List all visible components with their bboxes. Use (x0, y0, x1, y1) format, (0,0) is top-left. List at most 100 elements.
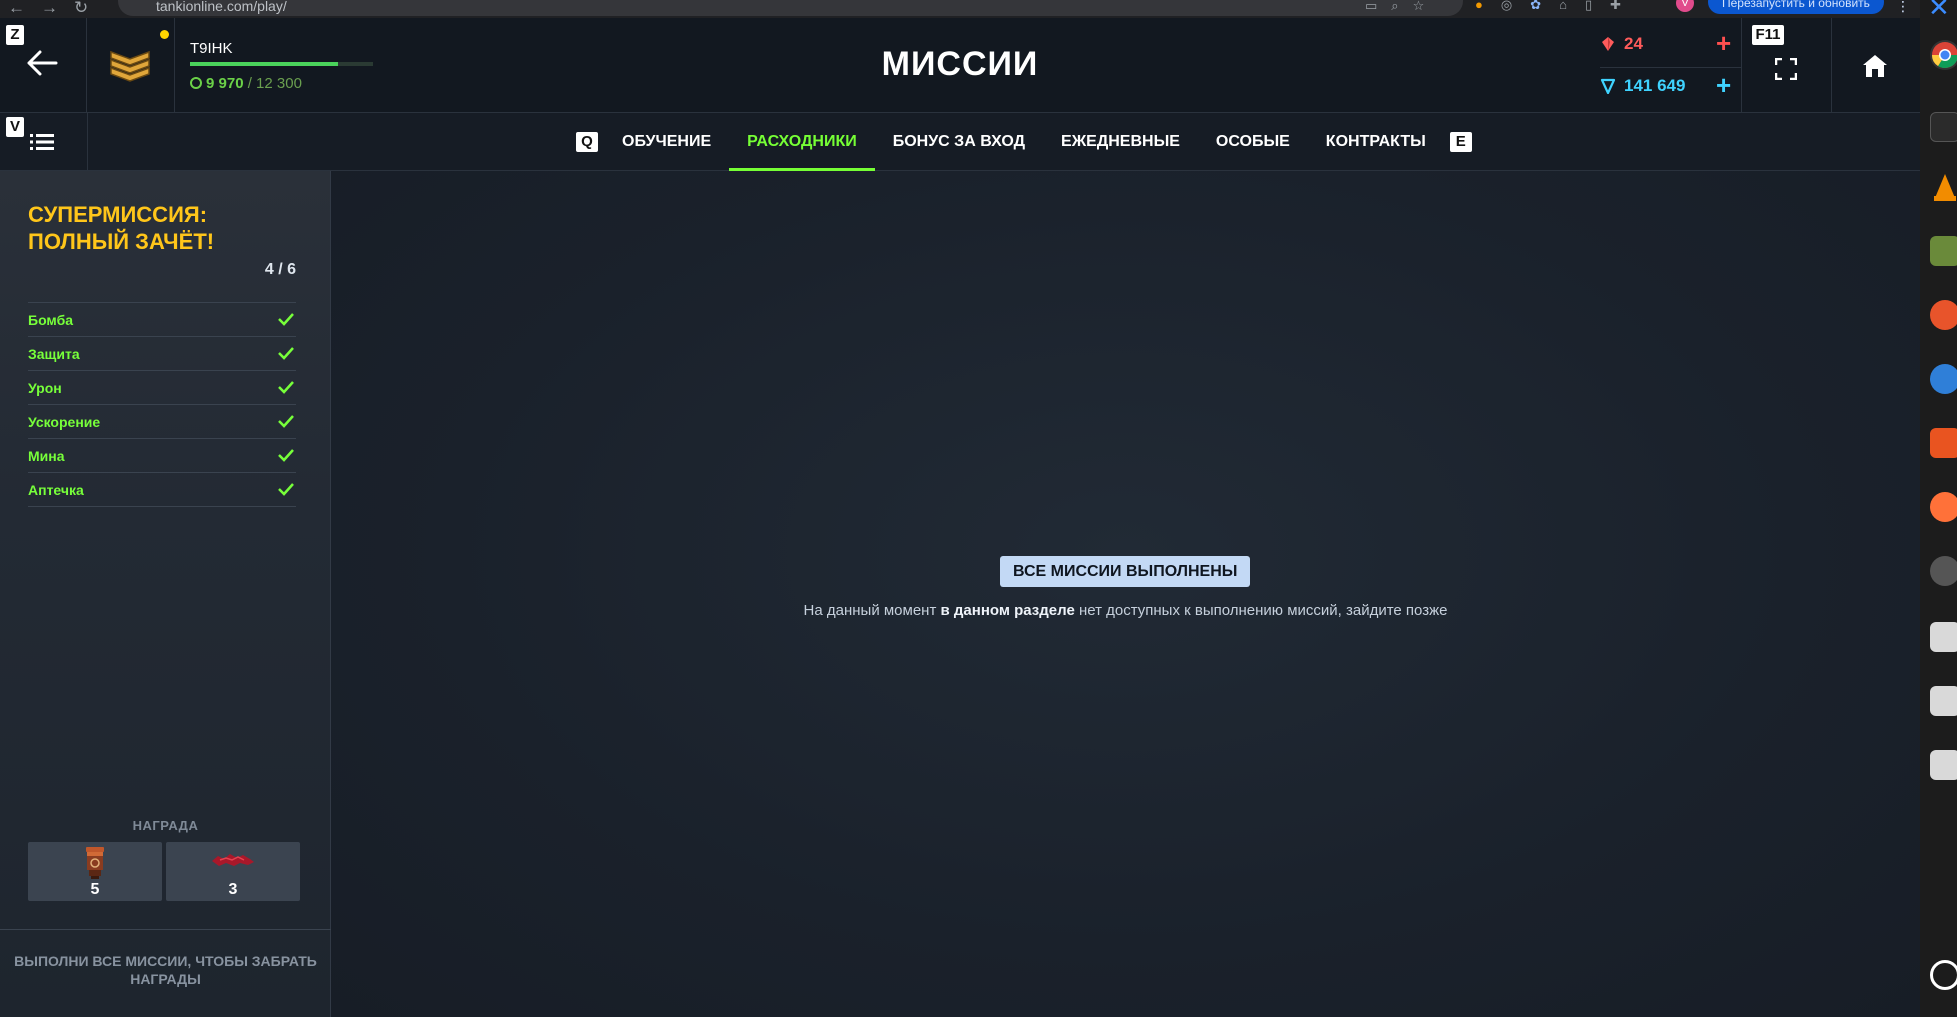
software-app-icon[interactable] (1930, 428, 1957, 458)
task-label: Защита (28, 346, 80, 362)
help-app-icon[interactable] (1930, 364, 1957, 394)
list-item: Ускорение (28, 405, 296, 439)
hotkey-badge: F11 (1752, 25, 1784, 45)
bookmark-star-icon[interactable]: ☆ (1413, 0, 1425, 14)
terminal-app-icon[interactable] (1930, 112, 1957, 142)
reward-count: 5 (90, 881, 100, 898)
checkmark-icon (278, 313, 294, 326)
relaunch-label: Перезапустить и обновить (1722, 0, 1870, 10)
message-prefix: На данный момент (803, 602, 941, 619)
tab-login-bonus[interactable]: БОНУС ЗА ВХОД (875, 113, 1043, 171)
supermission-panel: СУПЕРМИССИЯ: ПОЛНЫЙ ЗАЧЁТ! 4 / 6 Бомба З… (0, 171, 331, 1017)
fullscreen-icon (1775, 58, 1797, 80)
list-menu-icon (30, 134, 54, 150)
task-label: Ускорение (28, 414, 101, 430)
close-icon[interactable]: ✕ (1928, 0, 1950, 23)
extension-icon[interactable]: ▯ (1585, 0, 1592, 13)
list-item: Бомба (28, 303, 296, 337)
home-icon (1863, 55, 1887, 77)
empty-state-message: На данный момент в данном разделе нет до… (331, 602, 1920, 619)
list-item: Защита (28, 337, 296, 371)
reward-count: 3 (228, 881, 238, 898)
forward-nav-icon[interactable]: → (41, 0, 58, 18)
trash-app-icon[interactable] (1930, 750, 1957, 780)
zoom-icon[interactable]: ⌕ (1391, 0, 1398, 14)
list-item: Урон (28, 371, 296, 405)
tab-daily[interactable]: ЕЖЕДНЕВНЫЕ (1043, 113, 1198, 171)
extension-icon[interactable]: ● (1475, 0, 1483, 13)
tab-contracts[interactable]: КОНТРАКТЫ (1308, 113, 1444, 171)
address-bar[interactable]: tankionline.com/play/ (118, 0, 1463, 16)
back-arrow-icon (27, 50, 58, 76)
extensions-puzzle-icon[interactable]: ✚ (1610, 0, 1621, 13)
back-nav-icon[interactable]: ← (8, 0, 25, 18)
player-name: T9IHK (190, 40, 233, 57)
tabs-bar: V Q ОБУЧЕНИЕ РАСХОДНИКИ БОНУС ЗА ВХОД ЕЖ… (0, 113, 1920, 171)
browser-tools: ▭ ⌕ ☆ (1365, 0, 1424, 14)
url-text: tankionline.com/play/ (156, 0, 287, 14)
page-title: МИССИИ (881, 45, 1039, 83)
supermission-task-list: Бомба Защита Урон Ускорение Мина Аптечка (28, 302, 296, 507)
missions-content: ВСЕ МИССИИ ВЫПОЛНЕНЫ На данный момент в … (331, 171, 1920, 1017)
extension-icon[interactable]: ⌂ (1559, 0, 1567, 13)
home-button[interactable] (1832, 18, 1920, 113)
extension-icon[interactable]: ◎ (1501, 0, 1512, 13)
tankoins-row: 141 649 + (1600, 72, 1742, 104)
xp-progress-fill (190, 62, 339, 66)
supermission-progress: 4 / 6 (264, 261, 296, 278)
claim-rewards-hint: ВЫПОЛНИ ВСЕ МИССИИ, ЧТОБЫ ЗАБРАТЬ НАГРАД… (0, 929, 331, 1017)
tab-special[interactable]: ОСОБЫЕ (1198, 113, 1308, 171)
hotkey-badge: Z (6, 25, 24, 45)
chrome-app-icon[interactable] (1930, 40, 1957, 70)
list-item: Аптечка (28, 473, 296, 507)
firefox-app-icon[interactable] (1930, 492, 1957, 522)
tab-supplies[interactable]: РАСХОДНИКИ (729, 113, 875, 171)
prev-tab-hotkey[interactable]: Q (576, 132, 598, 152)
xp-readout: 9 970 / 12 300 (190, 75, 302, 92)
tankoin-icon (1600, 78, 1616, 94)
cast-icon[interactable]: ▭ (1365, 0, 1377, 14)
currency-panel: 24 + 141 649 + (1582, 18, 1742, 113)
relaunch-button[interactable]: Перезапустить и обновить (1708, 0, 1884, 14)
browser-nav: ← → ↻ (8, 0, 88, 18)
browser-menu-icon[interactable]: ⋮ (1896, 0, 1910, 15)
mission-tabs: Q ОБУЧЕНИЕ РАСХОДНИКИ БОНУС ЗА ВХОД ЕЖЕД… (570, 113, 1478, 171)
xp-current: 9 970 (206, 75, 244, 92)
extension-icon[interactable]: ✿ (1530, 0, 1541, 13)
reward-label: НАГРАДА (132, 818, 199, 833)
task-label: Урон (28, 380, 62, 396)
reward-item[interactable]: 3 (166, 842, 300, 901)
game-header: Z T9IHK 9 970 / 12 300 МИССИИ 24 + 141 6… (0, 18, 1920, 113)
supermission-title: СУПЕРМИССИЯ: ПОЛНЫЙ ЗАЧЁТ! (28, 202, 215, 254)
app-icon[interactable] (1930, 300, 1957, 330)
show-apps-icon[interactable] (1930, 960, 1957, 990)
vlc-app-icon[interactable] (1930, 172, 1957, 202)
files-app-icon[interactable] (1930, 236, 1957, 266)
reload-icon[interactable]: ↻ (74, 0, 88, 18)
notification-dot (160, 30, 169, 39)
checkmark-icon (278, 449, 294, 462)
checkmark-icon (278, 483, 294, 496)
task-label: Бомба (28, 312, 74, 328)
crystals-value: 24 (1624, 34, 1643, 53)
xp-icon (190, 77, 202, 89)
profile-avatar[interactable]: V (1676, 0, 1694, 12)
back-button[interactable]: Z (0, 18, 87, 113)
tab-training[interactable]: ОБУЧЕНИЕ (604, 113, 729, 171)
buy-tankoins-button[interactable]: + (1716, 72, 1731, 98)
next-tab-hotkey[interactable]: E (1449, 132, 1472, 152)
buy-crystals-button[interactable]: + (1716, 30, 1731, 56)
settings-app-icon[interactable] (1930, 556, 1957, 586)
container-icon (86, 847, 104, 879)
os-dock (1920, 0, 1957, 1017)
drive-app-icon[interactable] (1930, 686, 1957, 716)
extensions: ● ◎ ✿ ⌂ ▯ ✚ (1475, 0, 1621, 13)
tankoins-value: 141 649 (1624, 76, 1686, 95)
task-label: Мина (28, 448, 65, 464)
drive-app-icon[interactable] (1930, 622, 1957, 652)
task-label: Аптечка (28, 482, 84, 498)
fullscreen-button[interactable]: F11 (1742, 18, 1832, 113)
browser-toolbar: ← → ↻ tankionline.com/play/ ▭ ⌕ ☆ ● ◎ ✿ … (0, 0, 1920, 18)
menu-button[interactable]: V (0, 113, 88, 171)
reward-item[interactable]: 5 (28, 842, 162, 901)
